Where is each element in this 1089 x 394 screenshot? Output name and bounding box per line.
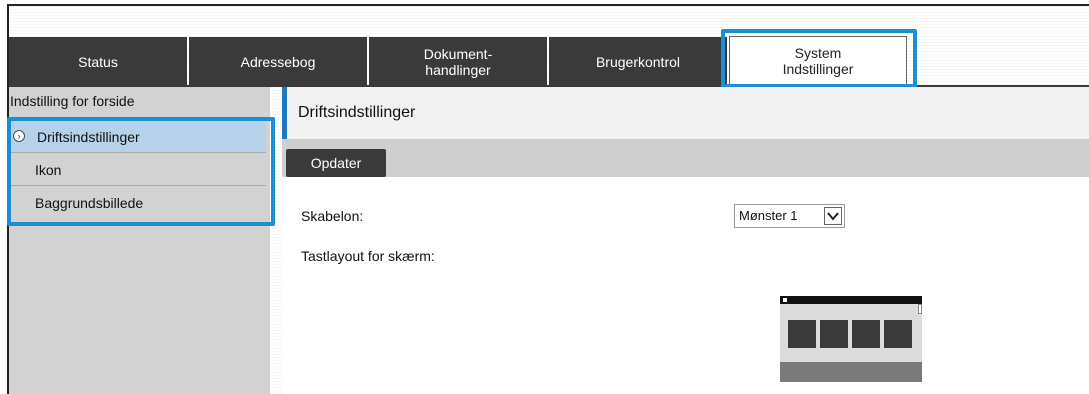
sidebar-item-label: Ikon <box>35 162 62 178</box>
template-select-value: Mønster 1 <box>739 208 798 223</box>
update-button[interactable]: Opdater <box>286 149 386 177</box>
page-title-bar: Driftsindstillinger <box>282 87 1089 139</box>
preview-key <box>788 320 816 348</box>
preview-top-bar <box>780 296 922 304</box>
preview-key <box>852 320 880 348</box>
sidebar-item-operation-settings[interactable]: › Driftsindstillinger <box>11 121 266 153</box>
title-accent <box>282 87 287 139</box>
sidebar-item-label: Driftsindstillinger <box>37 129 140 145</box>
action-bar <box>282 139 1089 177</box>
tab-user-control[interactable]: Brugerkontrol <box>549 37 727 87</box>
template-select[interactable]: Mønster 1 <box>734 204 845 228</box>
preview-home-icon <box>783 298 787 302</box>
sidebar-item-icon[interactable]: Ikon <box>11 154 266 186</box>
chevron-down-icon[interactable] <box>824 207 842 225</box>
screen-key-layout-label: Tastlayout for skærm: <box>301 248 435 264</box>
sidebar-item-label: Baggrundsbillede <box>35 195 144 211</box>
sidebar: Indstilling for forside › Driftsindstill… <box>9 87 270 394</box>
tab-document-operations[interactable]: Dokument- handlinger <box>369 37 547 87</box>
tab-address-book[interactable]: Adressebog <box>189 37 367 87</box>
tab-status[interactable]: Status <box>9 37 187 87</box>
tab-system-settings[interactable]: System Indstillinger <box>729 36 907 86</box>
preview-key <box>884 320 912 348</box>
preview-bottom-bar <box>780 362 922 382</box>
template-label: Skabelon: <box>301 208 364 224</box>
page-title: Driftsindstillinger <box>298 104 416 121</box>
preview-key <box>820 320 848 348</box>
sidebar-header: Indstilling for forside <box>10 93 135 109</box>
preview-scroll-icon <box>918 304 922 314</box>
sidebar-item-background-image[interactable]: Baggrundsbillede <box>11 187 266 219</box>
chevron-right-icon: › <box>13 130 25 142</box>
key-layout-preview[interactable] <box>780 296 922 382</box>
main-content: Driftsindstillinger Opdater Skabelon: Mø… <box>282 87 1089 394</box>
